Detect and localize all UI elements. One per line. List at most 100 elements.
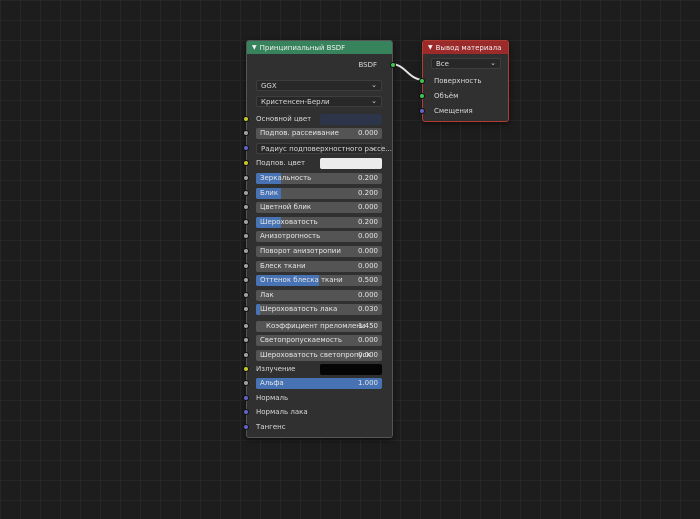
bsdf-to-surface-link[interactable] [390,63,425,81]
sheen-tint-row[interactable]: Оттенок блеска ткани 0.500 [243,274,392,286]
transmission-value: 0.000 [357,336,378,344]
transmission-socket[interactable] [243,337,249,343]
emission-color-swatch[interactable] [320,364,382,375]
emission-label: Излучение [256,365,296,373]
clearcoat-roughness-socket[interactable] [243,306,249,312]
collapse-arrow-icon[interactable]: ▼ [428,44,433,51]
clearcoat-roughness-slider[interactable]: Шероховатость лака 0.030 [256,304,382,315]
roughness-value: 0.200 [357,218,378,226]
distribution-dropdown[interactable]: GGX ⌄ [256,80,382,91]
subsurface-socket[interactable] [243,130,249,136]
specular-tint-socket[interactable] [243,204,249,210]
transmission-roughness-field[interactable]: Шероховатость светопропуск 0.000 [256,350,382,361]
material-output-node[interactable]: ▼ Вывод материала Все ⌄ Поверхность Объё… [419,40,509,122]
distribution-value: GGX [261,82,277,90]
volume-input-socket[interactable] [419,93,425,99]
subsurface-color-socket[interactable] [243,160,249,166]
ior-row[interactable]: Коэффициент преломлени 1.450 [243,320,392,332]
bsdf-node-title: Принципиальный BSDF [259,43,346,52]
subsurface-radius-socket[interactable] [243,145,249,151]
clearcoat-socket[interactable] [243,292,249,298]
normal-socket[interactable] [243,395,249,401]
anisotropic-rotation-row[interactable]: Поворот анизотропии 0.000 [243,245,392,257]
sheen-spec-socket[interactable] [243,190,249,196]
surface-input-socket[interactable] [419,78,425,84]
emission-row[interactable]: Излучение [243,363,392,375]
transmission-roughness-value: 0.000 [357,351,378,359]
output-target-dropdown[interactable]: Все ⌄ [431,58,501,69]
bsdf-output-label: BSDF [358,61,377,69]
tangent-socket[interactable] [243,424,249,430]
chevron-down-icon: ⌄ [490,59,496,67]
base-color-label: Основной цвет [256,115,312,123]
bsdf-output-row: BSDF [247,59,396,71]
anisotropic-slider[interactable]: Анизотропность 0.000 [256,231,382,242]
sheen-spec-label: Блик [260,189,279,197]
base-color-socket[interactable] [243,116,249,122]
alpha-socket[interactable] [243,380,249,386]
bsdf-node-header[interactable]: ▼ Принципиальный BSDF [247,41,392,54]
surface-input-row: Поверхность [419,75,508,87]
clearcoat-roughness-row[interactable]: Шероховатость лака 0.030 [243,303,392,315]
specular-slider[interactable]: Зеркальность 0.200 [256,173,382,184]
roughness-socket[interactable] [243,219,249,225]
clearcoat-row[interactable]: Лак 0.000 [243,289,392,301]
sheen-row[interactable]: Блеск ткани 0.000 [243,260,392,272]
sheen-spec-row[interactable]: Блик 0.200 [243,187,392,199]
ior-label: Коэффициент преломлени [266,322,366,330]
bsdf-output-socket[interactable] [390,62,396,68]
specular-row[interactable]: Зеркальность 0.200 [243,172,392,184]
sheen-tint-label: Оттенок блеска ткани [260,276,343,284]
subsurface-method-dropdown[interactable]: Кристенсен-Берли ⌄ [256,96,382,107]
sheen-tint-slider[interactable]: Оттенок блеска ткани 0.500 [256,275,382,286]
specular-socket[interactable] [243,175,249,181]
anisotropic-rotation-slider[interactable]: Поворот анизотропии 0.000 [256,246,382,257]
subsurface-method-value: Кристенсен-Берли [261,98,330,106]
specular-tint-row[interactable]: Цветной блик 0.000 [243,201,392,213]
anisotropic-socket[interactable] [243,233,249,239]
subsurface-value: 0.000 [357,129,378,137]
output-target-value: Все [436,60,449,68]
subsurface-radius-row[interactable]: Радиус подповерхностного рассе... ⌄ [243,142,392,154]
sheen-label: Блеск ткани [260,262,306,270]
roughness-slider[interactable]: Шероховатость 0.200 [256,217,382,228]
displacement-input-socket[interactable] [419,108,425,114]
subsurface-field[interactable]: Подпов. рассеивание 0.000 [256,128,382,139]
specular-value: 0.200 [357,174,378,182]
transmission-row[interactable]: Светопропускаемость 0.000 [243,334,392,346]
ior-socket[interactable] [243,323,249,329]
volume-input-label: Объём [434,92,459,100]
transmission-roughness-socket[interactable] [243,352,249,358]
subsurface-radius-dropdown[interactable]: Радиус подповерхностного рассе... ⌄ [256,143,392,154]
anisotropic-rotation-socket[interactable] [243,248,249,254]
sheen-tint-socket[interactable] [243,277,249,283]
specular-tint-value: 0.000 [357,203,378,211]
ior-field[interactable]: Коэффициент преломлени 1.450 [256,321,382,332]
transmission-roughness-row[interactable]: Шероховатость светопропуск 0.000 [243,349,392,361]
collapse-arrow-icon[interactable]: ▼ [252,44,257,51]
alpha-field[interactable]: Альфа 1.000 [256,378,382,389]
subsurface-color-row[interactable]: Подпов. цвет [243,157,392,169]
output-node-header[interactable]: ▼ Вывод материала [423,41,508,54]
base-color-row[interactable]: Основной цвет [243,113,392,125]
base-color-swatch[interactable] [320,114,382,125]
alpha-row[interactable]: Альфа 1.000 [243,377,392,389]
clearcoat-roughness-value: 0.030 [357,305,378,313]
clearcoat-slider[interactable]: Лак 0.000 [256,290,382,301]
principled-bsdf-node[interactable]: ▼ Принципиальный BSDF BSDF GGX ⌄ Кристен… [243,40,396,438]
subsurface-color-swatch[interactable] [320,158,382,169]
subsurface-color-label: Подпов. цвет [256,159,306,167]
alpha-label: Альфа [260,379,284,387]
specular-tint-slider[interactable]: Цветной блик 0.000 [256,202,382,213]
clearcoat-normal-socket[interactable] [243,409,249,415]
chevron-down-icon: ⌄ [371,144,377,152]
subsurface-row[interactable]: Подпов. рассеивание 0.000 [243,127,392,139]
transmission-field[interactable]: Светопропускаемость 0.000 [256,335,382,346]
emission-socket[interactable] [243,366,249,372]
roughness-row[interactable]: Шероховатость 0.200 [243,216,392,228]
surface-input-label: Поверхность [434,77,482,85]
sheen-spec-slider[interactable]: Блик 0.200 [256,188,382,199]
sheen-socket[interactable] [243,263,249,269]
anisotropic-row[interactable]: Анизотропность 0.000 [243,230,392,242]
sheen-slider[interactable]: Блеск ткани 0.000 [256,261,382,272]
